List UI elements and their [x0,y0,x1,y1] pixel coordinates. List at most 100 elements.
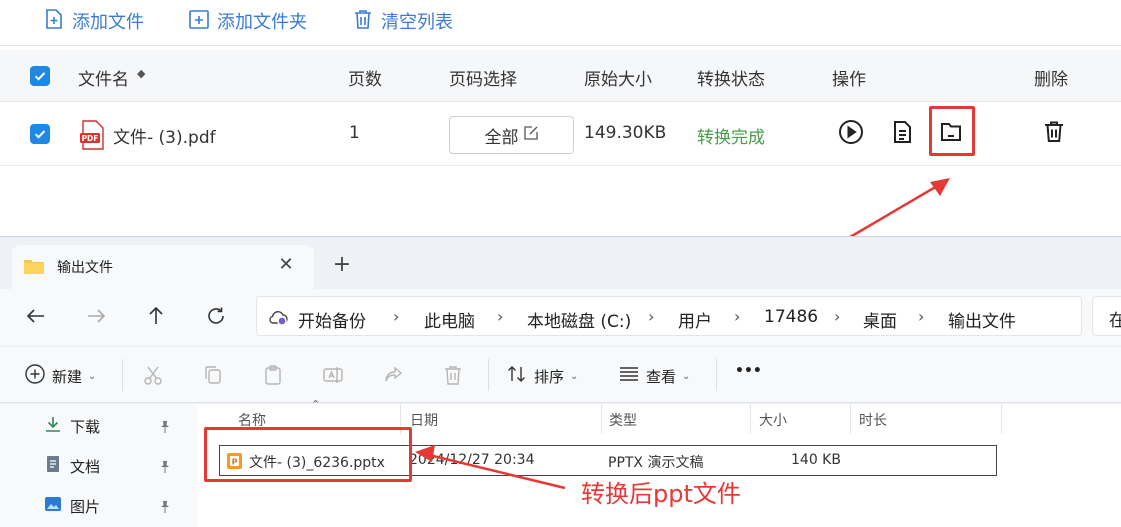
rename-icon[interactable] [322,364,344,386]
annotation-arrow-bottom [415,445,566,490]
picture-icon [44,495,62,517]
chevron-right-icon: › [393,307,400,326]
breadcrumb-item[interactable]: 本地磁盘 (C:) [527,307,631,332]
column-divider [1001,404,1002,434]
breadcrumb-item[interactable]: 此电脑 [424,307,475,332]
sort-icon[interactable]: ◆ [137,67,145,80]
delete-icon[interactable] [442,364,464,386]
sort-up-icon: ⌃ [311,398,321,411]
view-list-icon [618,363,640,389]
back-icon[interactable] [25,305,49,329]
chevron-right-icon: › [834,307,841,326]
share-icon[interactable] [382,364,404,386]
header-filename[interactable]: 文件名 [78,65,129,90]
add-folder-label: 添加文件夹 [217,12,307,33]
clear-list-button[interactable]: 清空列表 [351,6,453,36]
download-icon [44,415,62,437]
annotation-arrow-top [844,178,950,242]
column-divider [601,404,602,434]
sidebar-item-downloads[interactable]: 下载 [44,414,100,438]
sidebar-item-documents[interactable]: 文档 [44,454,100,478]
add-folder-button[interactable]: 添加文件夹 [187,6,307,36]
new-tab-icon[interactable]: + [330,253,354,277]
breadcrumb-item[interactable]: 桌面 [863,307,897,332]
document-icon [44,455,62,477]
page-range-label: 全部 [484,127,519,148]
column-duration[interactable]: 时长 [859,410,887,430]
delete-row-button[interactable] [1040,120,1068,148]
chevron-right-icon: › [497,307,504,326]
file-type: PPTX 演示文稿 [608,455,704,471]
chevron-down-icon: ⌄ [682,370,691,382]
trash-icon [351,7,375,36]
header-pages: 页数 [348,70,382,90]
breadcrumb-item[interactable]: 用户 [678,307,712,332]
add-file-button[interactable]: 添加文件 [42,6,144,36]
chevron-down-icon: ⌄ [88,370,97,382]
column-divider [850,404,851,434]
tab-output-folder[interactable]: 输出文件 ✕ [12,245,314,289]
pptx-file-icon: P [226,452,243,470]
clear-list-label: 清空列表 [381,12,453,33]
preview-button[interactable] [888,120,916,148]
divider [716,359,717,391]
play-button[interactable] [837,119,865,150]
page-range-button[interactable]: 全部 [449,116,574,154]
sidebar-item-pictures[interactable]: 图片 [44,494,100,518]
up-icon[interactable] [145,305,169,329]
navigation-pane: 下载 文档 图片 [0,404,197,527]
header-status: 转换状态 [697,70,765,90]
row-checkbox[interactable] [30,124,50,144]
address-bar[interactable]: 开始备份 › 此电脑 › 本地磁盘 (C:) › 用户 › 17486 › 桌面… [256,296,1082,336]
row-filename: 文件- (3).pdf [113,128,216,148]
new-button[interactable]: 新建 ⌄ [24,363,96,389]
table-row: PDF 文件- (3).pdf 1 全部 149.30KB 转换完成 [0,102,1121,166]
refresh-icon[interactable] [205,305,229,329]
search-box[interactable]: 在 [1092,296,1121,336]
sort-button[interactable]: 排序 ⌄ [506,363,578,389]
breadcrumb-item[interactable]: 17486 [764,307,818,327]
pin-icon[interactable] [158,459,172,473]
navigation-bar: 开始备份 › 此电脑 › 本地磁盘 (C:) › 用户 › 17486 › 桌面… [0,289,1121,345]
file-row[interactable]: P 文件- (3)_6236.pptx 2024/12/27 20:34 PPT… [219,445,997,476]
play-icon [838,119,864,150]
open-folder-button[interactable] [937,120,965,148]
row-size: 149.30KB [584,123,667,143]
more-options-icon[interactable]: ••• [735,363,762,379]
trash-icon [1041,119,1067,150]
chevron-right-icon: › [734,307,741,326]
row-pages: 1 [349,123,360,143]
divider [122,359,123,391]
add-file-icon [42,7,66,36]
column-type[interactable]: 类型 [609,410,637,430]
column-date[interactable]: 日期 [410,410,438,430]
edit-icon [523,125,539,146]
copy-icon[interactable] [202,364,224,386]
close-tab-icon[interactable]: ✕ [276,255,296,275]
header-actions: 操作 [832,70,866,90]
svg-text:PDF: PDF [82,134,99,143]
paste-icon[interactable] [262,364,284,386]
breadcrumb-item[interactable]: 开始备份 [298,307,366,332]
view-label: 查看 [646,367,677,386]
sidebar-item-label: 图片 [70,497,101,516]
add-folder-icon [187,7,211,36]
add-file-label: 添加文件 [72,12,144,33]
chevron-right-icon: › [648,307,655,326]
chevron-down-icon: ⌄ [570,370,579,382]
column-name[interactable]: 名称 [238,410,266,430]
pin-icon[interactable] [158,419,172,433]
forward-icon[interactable] [85,305,109,329]
column-divider [400,404,401,434]
new-label: 新建 [52,367,83,386]
command-bar: 新建 ⌄ 排序 ⌄ 查看 ⌄ ••• [0,347,1121,403]
column-size[interactable]: 大小 [759,410,787,430]
header-size: 原始大小 [584,70,652,90]
cut-icon[interactable] [142,364,164,386]
pdf-file-icon: PDF [79,120,105,150]
breadcrumb-item[interactable]: 输出文件 [948,307,1016,332]
select-all-checkbox[interactable] [30,66,50,86]
pin-icon[interactable] [158,499,172,513]
plus-circle-icon [24,363,46,389]
view-button[interactable]: 查看 ⌄ [618,363,690,389]
